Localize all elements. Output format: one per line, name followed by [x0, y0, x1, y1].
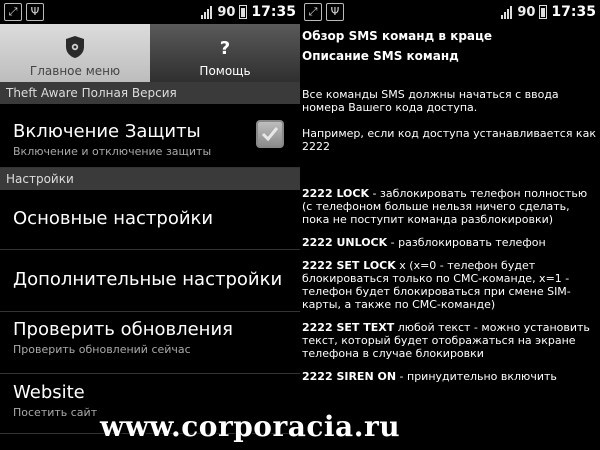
settings-header: Настройки: [0, 168, 300, 190]
usb-icon: Ψ: [326, 3, 344, 21]
checkmark-icon: [261, 127, 279, 142]
command-code: 2222 LOCK: [302, 187, 370, 200]
basic-settings-title: Основные настройки: [13, 208, 214, 229]
watermark: www.corporacia.ru: [100, 410, 401, 443]
signal-icon: [501, 5, 513, 19]
advanced-settings-item[interactable]: Дополнительные настройки: [0, 250, 300, 312]
command-code: 2222 SET TEXT: [302, 321, 395, 334]
tab-main-menu-label: Главное меню: [29, 64, 121, 78]
command-desc: - принудительно включить: [396, 370, 557, 383]
clock: 17:35: [251, 4, 296, 20]
website-title: Website: [13, 382, 85, 403]
tab-help-label: Помощь: [199, 64, 251, 78]
protection-checkbox[interactable]: [256, 120, 284, 148]
status-right: 90 17:35: [201, 0, 296, 24]
help-command: 2222 SET LOCK x (x=0 - телефон будет бло…: [302, 259, 598, 311]
expand-icon: ⤢: [304, 3, 322, 21]
battery-icon: [239, 5, 248, 19]
status-bar: ⤢ Ψ 90 17:35: [0, 0, 300, 24]
help-command: 2222 LOCK - заблокировать телефон полнос…: [302, 187, 598, 226]
help-command: 2222 SIREN ON - принудительно включить: [302, 370, 598, 383]
check-updates-summary: Проверить обновлений сейчас: [13, 343, 191, 356]
question-icon: ?: [213, 35, 237, 59]
basic-settings-item[interactable]: Основные настройки: [0, 190, 300, 250]
battery-icon: [539, 5, 548, 19]
help-content[interactable]: Обзор SMS команд в краце Описание SMS ко…: [300, 24, 600, 383]
help-subtitle: Описание SMS команд: [302, 49, 459, 63]
expand-icon: ⤢: [4, 3, 22, 21]
svg-text:?: ?: [220, 38, 230, 58]
app-version-header: Theft Aware Полная Версия: [0, 82, 300, 104]
clock: 17:35: [551, 4, 596, 20]
check-updates-title: Проверить обновления: [13, 319, 233, 340]
help-command: 2222 SET TEXT любой текст - можно устано…: [302, 321, 598, 360]
command-desc: - разблокировать телефон: [387, 236, 546, 249]
signal-icon: [201, 5, 213, 19]
advanced-settings-title: Дополнительные настройки: [13, 269, 283, 290]
help-screen: ⤢ Ψ 90 17:35 Обзор SMS команд в краце Оп…: [300, 0, 600, 450]
shield-icon: [63, 35, 87, 59]
protection-toggle-item[interactable]: Включение Защиты Включение и отключение …: [0, 104, 300, 168]
battery-level: 90: [217, 4, 236, 20]
main-menu-screen: ⤢ Ψ 90 17:35 Главное меню ? Помощь Theft…: [0, 0, 300, 450]
tab-help[interactable]: ? Помощь: [150, 24, 300, 82]
help-title: Обзор SMS команд в краце: [302, 29, 493, 43]
command-code: 2222 SET LOCK: [302, 259, 396, 272]
help-example: Например, если код доступа устанавливает…: [302, 127, 596, 153]
check-updates-item[interactable]: Проверить обновления Проверить обновлени…: [0, 312, 300, 374]
battery-level: 90: [517, 4, 536, 20]
tab-main-menu[interactable]: Главное меню: [0, 24, 150, 82]
command-code: 2222 UNLOCK: [302, 236, 388, 249]
tab-bar: Главное меню ? Помощь: [0, 24, 300, 82]
help-command: 2222 UNLOCK - разблокировать телефон: [302, 236, 598, 249]
help-intro: Все команды SMS должны начаться с ввода …: [302, 88, 559, 114]
status-bar: ⤢ Ψ 90 17:35: [300, 0, 600, 24]
command-code: 2222 SIREN ON: [302, 370, 397, 383]
usb-icon: Ψ: [26, 3, 44, 21]
status-right: 90 17:35: [501, 0, 596, 24]
